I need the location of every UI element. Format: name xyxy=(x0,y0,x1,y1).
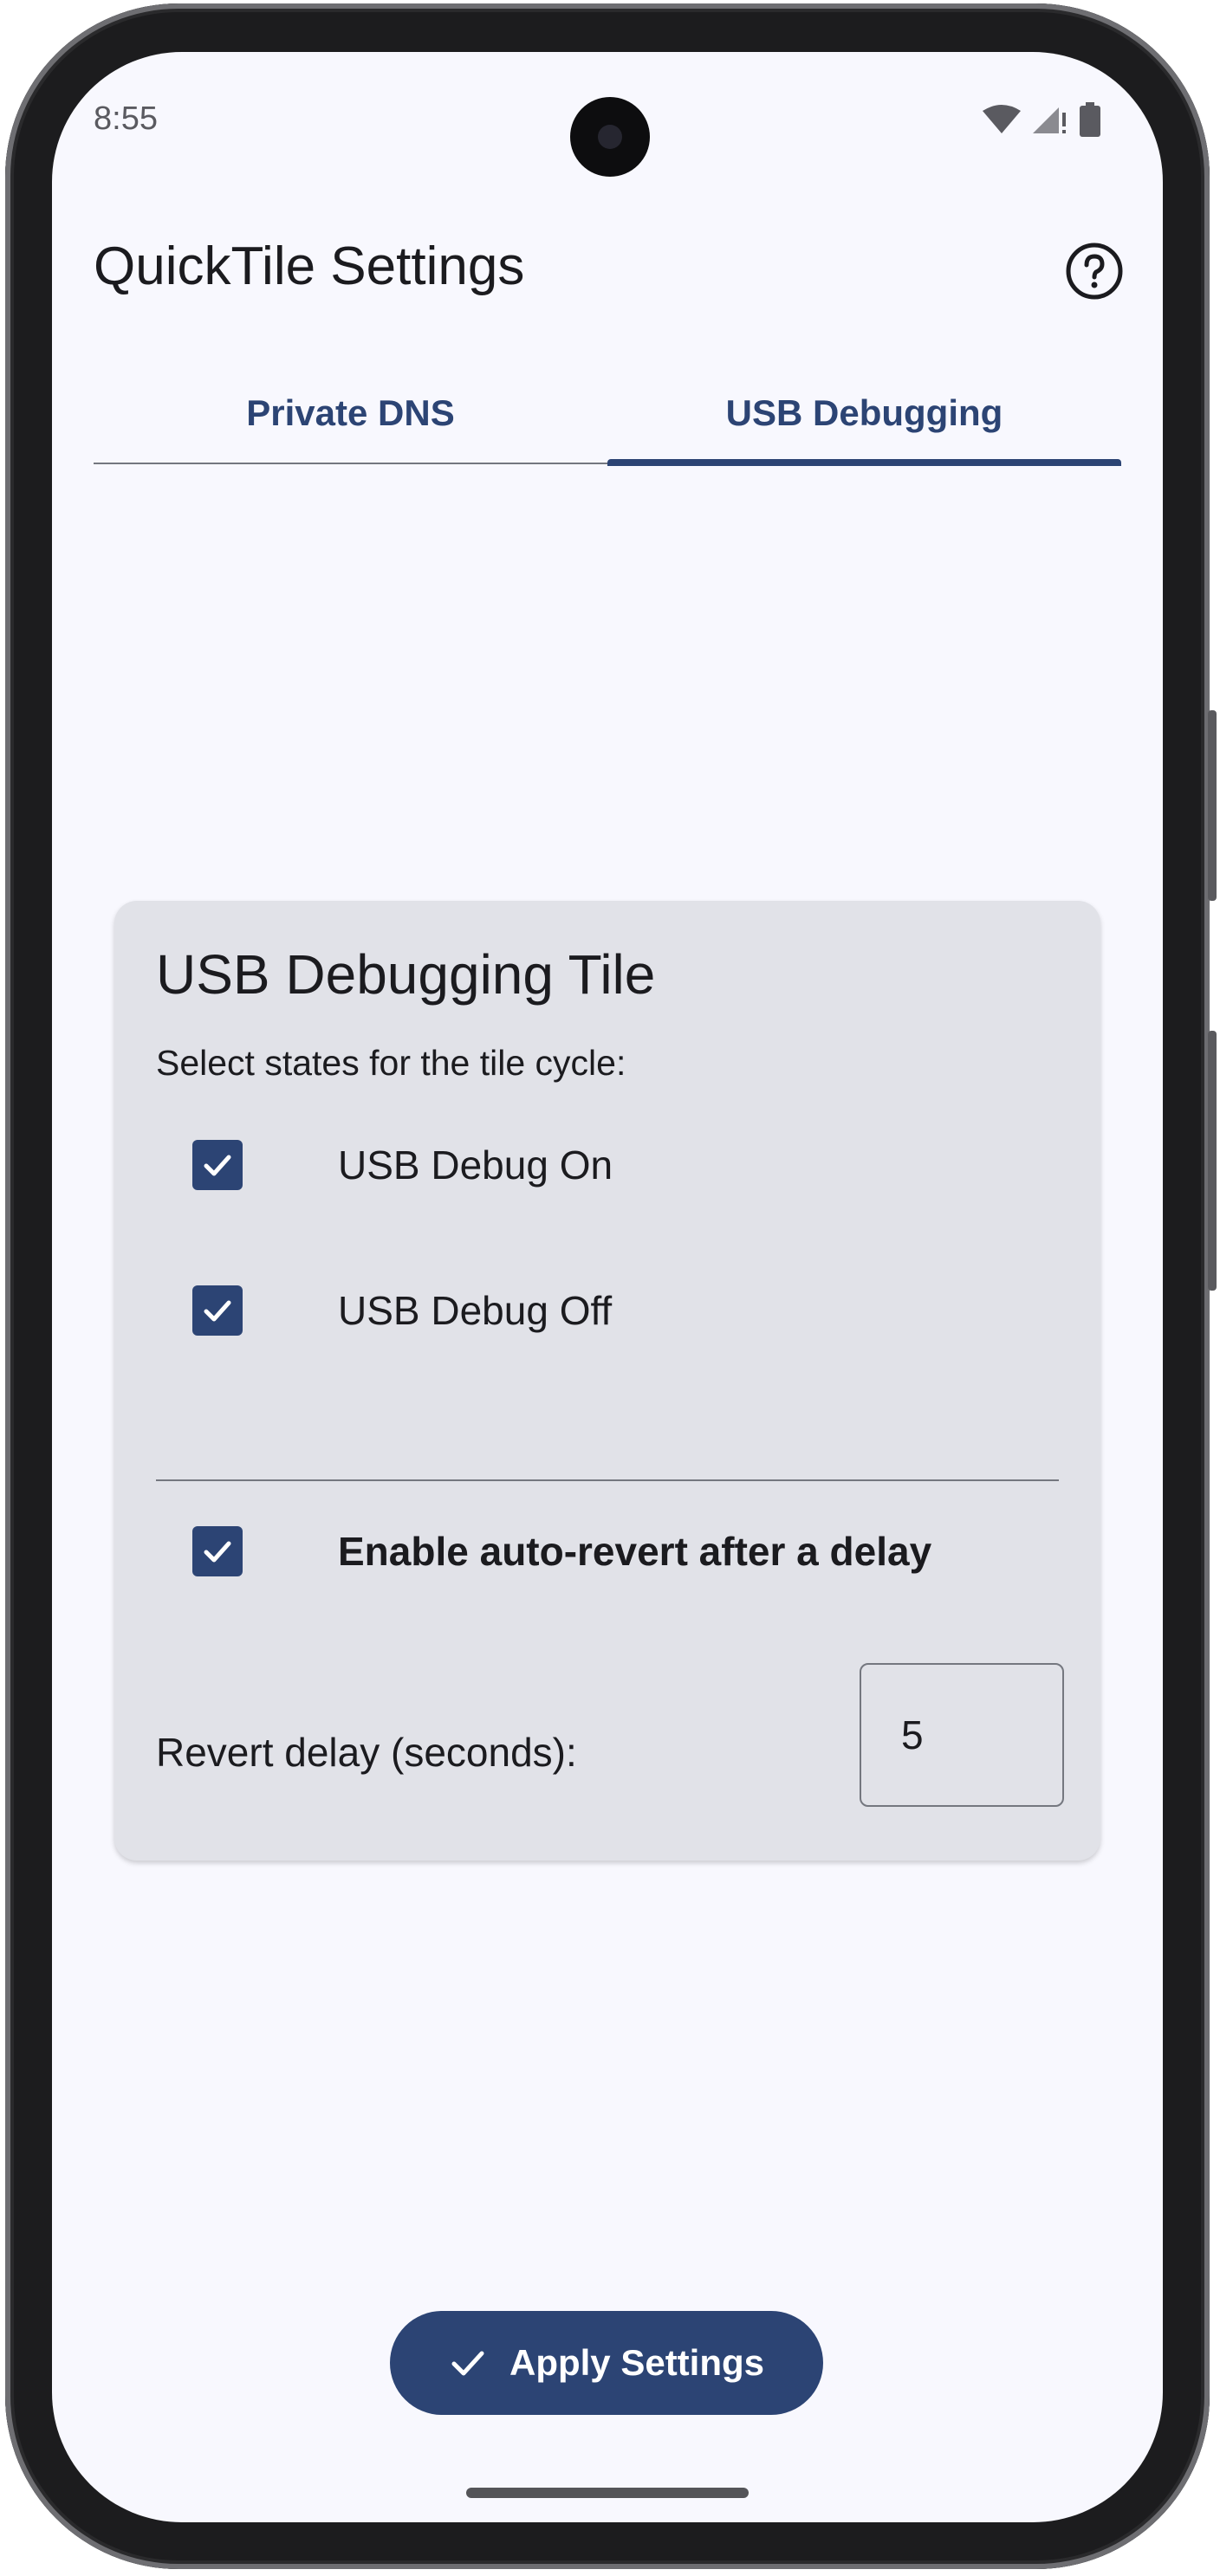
check-icon xyxy=(204,1155,231,1176)
tab-bar: Private DNS USB Debugging xyxy=(94,381,1121,466)
help-circle-icon[interactable] xyxy=(1064,241,1125,301)
divider xyxy=(156,1479,1059,1481)
battery-icon xyxy=(1080,102,1100,137)
card-subtitle: Select states for the tile cycle: xyxy=(156,1043,626,1083)
tab-private-dns[interactable]: Private DNS xyxy=(94,381,607,463)
usb-debug-on-label: USB Debug On xyxy=(338,1142,613,1188)
signal-icon xyxy=(1033,107,1066,133)
volume-button xyxy=(1208,710,1217,901)
usb-debug-off-label: USB Debug Off xyxy=(338,1288,613,1333)
revert-delay-input[interactable]: 5 xyxy=(860,1663,1064,1807)
auto-revert-toggle[interactable]: Enable auto-revert after a delay xyxy=(192,1526,931,1576)
auto-revert-label: Enable auto-revert after a delay xyxy=(338,1529,932,1574)
check-icon xyxy=(451,2351,484,2376)
usb-debugging-card: USB Debugging Tile Select states for the… xyxy=(114,901,1100,1861)
power-button xyxy=(1208,1031,1217,1291)
usb-debug-on-checkbox[interactable] xyxy=(192,1140,243,1190)
auto-revert-checkbox[interactable] xyxy=(192,1526,243,1576)
front-camera xyxy=(570,97,650,177)
card-title: USB Debugging Tile xyxy=(156,943,656,1006)
check-icon xyxy=(204,1541,231,1563)
page-title: QuickTile Settings xyxy=(94,236,525,296)
status-time: 8:55 xyxy=(94,100,158,137)
revert-delay-label: Revert delay (seconds): xyxy=(156,1730,577,1775)
apply-settings-label: Apply Settings xyxy=(509,2342,765,2383)
tab-usb-debugging[interactable]: USB Debugging xyxy=(607,381,1121,466)
state-usb-debug-off[interactable]: USB Debug Off xyxy=(192,1285,612,1336)
usb-debug-off-checkbox[interactable] xyxy=(192,1285,243,1336)
check-icon xyxy=(204,1300,231,1322)
screen: 8:55 QuickTile Settings Private DNS USB … xyxy=(52,52,1163,2522)
apply-settings-button[interactable]: Apply Settings xyxy=(390,2311,823,2415)
home-indicator[interactable] xyxy=(466,2488,749,2498)
status-icons xyxy=(983,102,1100,137)
wifi-icon xyxy=(983,105,1021,133)
state-usb-debug-on[interactable]: USB Debug On xyxy=(192,1140,613,1190)
